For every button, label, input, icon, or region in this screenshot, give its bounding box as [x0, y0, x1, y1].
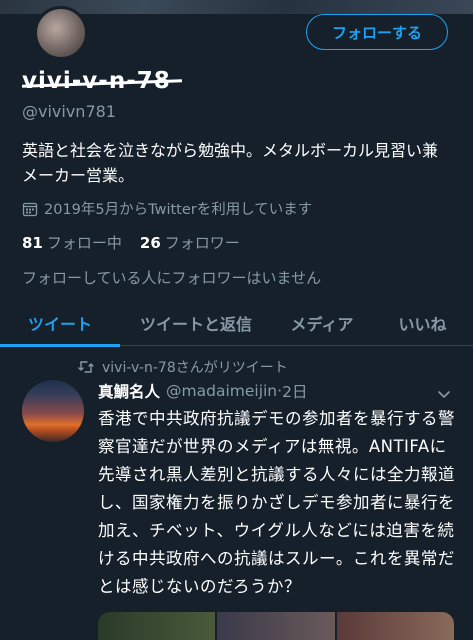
following-link[interactable]: 81 フォロー中	[22, 232, 122, 253]
tweet-author-handle[interactable]: @madaimeijin	[166, 382, 277, 400]
mutual-followers-note: フォローしている人にフォロワーはいません	[22, 269, 322, 287]
chevron-down-icon[interactable]	[436, 386, 452, 402]
retweet-icon	[78, 361, 94, 373]
profile-bio: 英語と社会を泣きながら勉強中。メタルボーカル見習い兼メーカー営業。	[22, 141, 439, 185]
following-label: フォロー中	[46, 234, 122, 252]
retweet-context[interactable]: vivi-v-n-78さんがリツイート	[78, 357, 288, 377]
joined-date: 2019年5月からTwitterを利用しています	[22, 198, 312, 219]
media-thumbnail[interactable]	[336, 612, 454, 640]
tab-tweets[interactable]: ツイート	[0, 300, 120, 347]
media-thumbnail[interactable]	[98, 612, 216, 640]
followers-link[interactable]: 26 フォロワー	[140, 232, 240, 253]
tweet-time[interactable]: 2日	[282, 380, 307, 402]
profile-avatar[interactable]	[34, 6, 88, 60]
tweet-text: 香港で中共政府抗議デモの参加者を暴行する警察官達だが世界のメディアは無視。ANT…	[98, 409, 455, 596]
followers-label: フォロワー	[164, 234, 240, 252]
retweet-label: vivi-v-n-78さんがリツイート	[102, 360, 288, 376]
tweet-header: 真鯛名人 @madaimeijin · 2日	[98, 380, 307, 402]
followers-count: 26	[139, 234, 161, 252]
tab-tweets-and-replies[interactable]: ツイートと返信	[120, 300, 272, 346]
media-thumbnail[interactable]	[217, 612, 335, 640]
tweet-author-avatar[interactable]	[22, 380, 84, 442]
follow-button[interactable]: フォローする	[306, 14, 448, 50]
tab-likes[interactable]: いいね	[372, 300, 473, 346]
tweet-author-name[interactable]: 真鯛名人	[98, 380, 160, 402]
joined-text: 2019年5月からTwitterを利用しています	[44, 202, 313, 218]
profile-handle: @vivivn781	[22, 102, 116, 121]
display-name: vivi-v-n-78	[21, 68, 183, 94]
tweet-media[interactable]	[98, 612, 454, 640]
calendar-icon	[22, 201, 38, 217]
profile-tabs: ツイート ツイートと返信 メディア いいね	[0, 300, 473, 347]
tab-media[interactable]: メディア	[272, 300, 372, 346]
follow-stats: 81 フォロー中 26 フォロワー	[22, 232, 240, 253]
following-count: 81	[22, 234, 43, 252]
